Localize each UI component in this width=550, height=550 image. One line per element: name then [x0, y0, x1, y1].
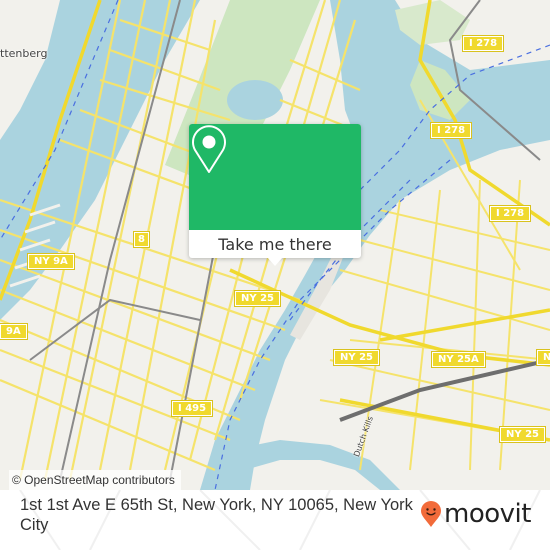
shield-i278-mid: I 278 — [429, 122, 473, 139]
popup-header — [189, 124, 361, 230]
osm-attribution[interactable]: © OpenStreetMap contributors — [9, 470, 181, 490]
shield-ny25a: NY 25A — [431, 351, 486, 368]
shield-ny25-left: NY 25 — [233, 290, 282, 307]
popup-pointer — [267, 257, 283, 266]
reservoir — [227, 80, 283, 120]
shield-ny9a-upper: NY 9A — [27, 253, 75, 270]
shield-i495: I 495 — [170, 400, 214, 417]
shield-ny25-mid: NY 25 — [332, 349, 381, 366]
shield-ny9a-lower: 9A — [0, 323, 28, 340]
map-pin-icon — [192, 125, 226, 173]
take-me-there-button[interactable]: Take me there — [189, 230, 361, 258]
location-popup: Take me there — [189, 124, 361, 266]
moovit-logo[interactable]: moovit — [420, 499, 531, 529]
map[interactable]: ttenberg I 278 I 278 I 278 8 NY 9A 9A NY… — [0, 0, 550, 490]
place-label-guttenberg: ttenberg — [0, 47, 48, 60]
shield-ny25-right: NY 25 — [498, 426, 547, 443]
address-text: 1st 1st Ave E 65th St, New York, NY 1006… — [20, 496, 413, 534]
shield-8: 8 — [133, 231, 150, 248]
newtown-creek — [230, 440, 400, 490]
shield-ny-edge: NY — [536, 349, 550, 366]
moovit-wordmark: moovit — [444, 499, 531, 529]
shield-i278-right: I 278 — [488, 205, 532, 222]
shield-i278-top: I 278 — [461, 35, 505, 52]
moovit-smiley-pin-icon — [421, 501, 441, 527]
